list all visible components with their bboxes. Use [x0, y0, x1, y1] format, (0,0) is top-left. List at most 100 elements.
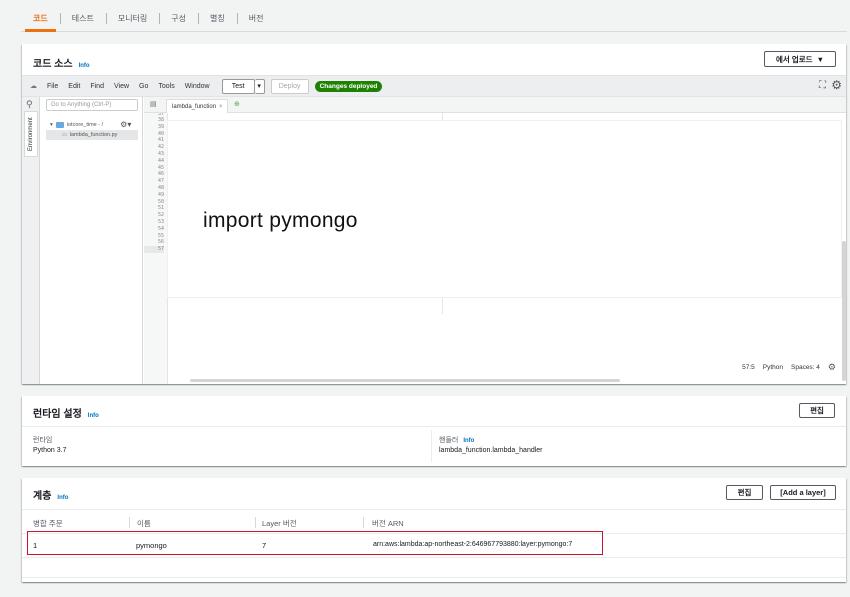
code-source-title: 코드 소스 [33, 59, 73, 70]
tab-monitoring[interactable]: 모니터링 [105, 5, 159, 31]
line-number: 50 [157, 198, 164, 205]
line-number: 45 [157, 164, 164, 171]
cloud9-logo-icon[interactable]: ☁ [30, 82, 37, 90]
divider [22, 509, 846, 510]
handler-label: 핸들러 [439, 437, 459, 444]
editor-tabbar: ▤ lambda_function × ⊕ [144, 97, 846, 113]
menu-go[interactable]: Go [139, 83, 148, 90]
caret-down-icon: ▾ [50, 121, 53, 128]
runtime-edit-button[interactable]: 편집 [799, 403, 835, 418]
menu-view[interactable]: View [114, 83, 129, 90]
editor-menu-icon[interactable]: ▤ [150, 100, 157, 108]
code-editor[interactable]: import pymongo [168, 113, 846, 384]
close-icon[interactable]: × [219, 104, 223, 110]
line-number: 44 [157, 157, 164, 164]
menu-tools[interactable]: Tools [158, 83, 174, 90]
goto-anything-input[interactable]: Go to Anything (Ctrl-P) [46, 99, 138, 111]
python-file-icon: ▭ [62, 132, 67, 138]
editor-statusbar: 57:5 Python Spaces: 4 ⚙ [742, 362, 836, 373]
layers-edit-button[interactable]: 편집 [726, 485, 763, 500]
column-header-merge-order[interactable]: 병합 주문 [33, 518, 63, 529]
gear-icon[interactable]: ⚙ [831, 78, 842, 92]
line-number-gutter: 37 38 39 40 41 42 43 44 45 46 47 48 49 5… [144, 113, 168, 384]
tab-versions[interactable]: 버전 [236, 5, 276, 31]
tab-test[interactable]: 테스트 [59, 5, 106, 31]
function-tabbar: 코드 테스트 모니터링 구성 별칭 버전 [21, 5, 847, 32]
runtime-header: 런타임 설정 Info [33, 405, 99, 420]
vertical-scrollbar[interactable] [842, 241, 846, 381]
column-divider [255, 517, 256, 528]
layers-info-link[interactable]: Info [57, 495, 68, 501]
annotation-highlight-box [27, 531, 603, 555]
test-dropdown-icon[interactable]: ▾ [254, 78, 265, 94]
line-number: 43 [157, 150, 164, 157]
column-divider [129, 517, 130, 528]
editor-tab-label: lambda_function [172, 103, 217, 110]
line-number: 53 [157, 218, 164, 225]
add-tab-icon[interactable]: ⊕ [234, 100, 240, 108]
line-number: 38 [157, 117, 164, 123]
layers-header: 계층 Info [33, 487, 68, 502]
caret-down-icon: ▼ [816, 54, 825, 64]
editor-tab-lambda-function[interactable]: lambda_function × [166, 99, 228, 113]
fullscreen-icon[interactable]: ⛶ [819, 80, 826, 91]
line-number: 56 [157, 239, 164, 246]
upload-from-button[interactable]: 에서 업로드 ▼ [764, 51, 836, 67]
changes-deployed-badge: Changes deployed [314, 80, 383, 92]
line-number: 55 [157, 232, 164, 239]
runtime-info-link[interactable]: Info [88, 413, 99, 419]
deploy-button[interactable]: Deploy [270, 78, 309, 94]
ide-side-rail: ⚲ Environment [22, 97, 40, 384]
line-number: 49 [157, 191, 164, 198]
upload-from-label: 에서 업로드 [775, 54, 813, 64]
line-number: 42 [157, 144, 164, 151]
code-source-info-link[interactable]: Info [79, 63, 90, 69]
runtime-title: 런타임 설정 [33, 409, 82, 420]
code-overlay-box: import pymongo [168, 121, 841, 297]
horizontal-scrollbar[interactable] [190, 379, 620, 382]
gear-icon[interactable]: ⚙ [828, 362, 836, 373]
ide-menubar: ☁ File Edit Find View Go Tools Window Te… [22, 75, 846, 97]
column-header-layer-version[interactable]: Layer 버전 [262, 518, 297, 529]
menu-window[interactable]: Window [185, 83, 210, 90]
tree-file-name: lambda_function.py [69, 132, 118, 138]
language-mode[interactable]: Python [763, 364, 783, 371]
line-number: 40 [157, 130, 164, 137]
line-number: 39 [157, 123, 164, 130]
tree-folder-row[interactable]: ▾ iotcore_time - / ⚙▾ [50, 120, 131, 129]
line-number: 51 [157, 205, 164, 212]
runtime-value: Python 3.7 [33, 447, 67, 454]
tab-code[interactable]: 코드 [21, 5, 60, 32]
tree-file-row[interactable]: ▭ lambda_function.py [46, 130, 138, 140]
environment-tab[interactable]: Environment [24, 111, 38, 157]
search-icon[interactable]: ⚲ [26, 99, 33, 110]
menu-file[interactable]: File [47, 83, 58, 90]
line-number: 48 [157, 184, 164, 191]
column-header-version-arn[interactable]: 버전 ARN [372, 518, 404, 529]
folder-icon [55, 121, 64, 128]
runtime-label: 런타임 [33, 437, 53, 444]
add-layer-button[interactable]: [Add a layer] [770, 485, 836, 500]
line-number: 52 [157, 212, 164, 219]
divider [22, 557, 846, 558]
handler-value: lambda_function.lambda_handler [439, 447, 543, 454]
indent-setting[interactable]: Spaces: 4 [791, 364, 820, 371]
menu-edit[interactable]: Edit [68, 83, 80, 90]
code-overlay-text: import pymongo [203, 209, 358, 232]
layers-panel: 계층 Info 편집 [Add a layer] 병합 주문 이름 Layer … [22, 478, 846, 582]
layers-title: 계층 [33, 491, 52, 502]
column-header-name[interactable]: 이름 [137, 518, 151, 529]
column-divider [431, 430, 432, 462]
tree-settings-icon[interactable]: ⚙▾ [120, 120, 131, 129]
column-divider [363, 517, 364, 528]
test-button[interactable]: Test [221, 78, 255, 94]
menu-find[interactable]: Find [90, 83, 104, 90]
tab-configuration[interactable]: 구성 [159, 5, 198, 31]
line-number: 46 [157, 171, 164, 178]
tab-aliases[interactable]: 별칭 [198, 5, 237, 31]
line-number: 54 [157, 225, 164, 232]
cursor-position[interactable]: 57:5 [742, 364, 755, 371]
divider [22, 426, 846, 427]
handler-info-link[interactable]: Info [463, 438, 474, 444]
tree-folder-name: iotcore_time - / [66, 121, 104, 128]
